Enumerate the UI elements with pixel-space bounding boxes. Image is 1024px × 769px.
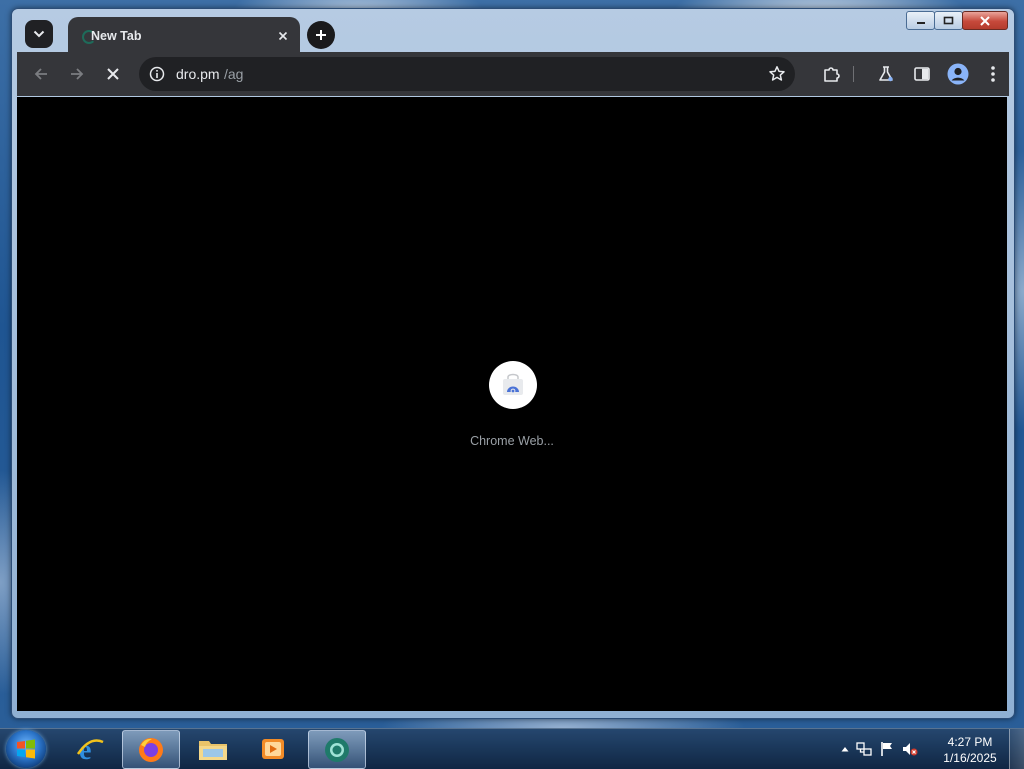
tab-title: New Tab <box>91 29 142 43</box>
taskbar-file-explorer[interactable] <box>185 730 241 767</box>
new-tab-button[interactable] <box>307 21 335 49</box>
stop-loading-button[interactable] <box>97 58 129 90</box>
side-panel-button[interactable] <box>906 58 938 90</box>
maximize-button[interactable] <box>934 11 963 30</box>
taskbar-media-player[interactable] <box>245 730 301 767</box>
chrome-web-store-icon <box>503 373 523 395</box>
taskbar-firefox[interactable] <box>122 730 180 769</box>
url-host: dro.pm <box>176 66 220 82</box>
show-desktop-button[interactable] <box>1009 729 1024 769</box>
window-controls <box>906 11 1008 30</box>
minimize-icon <box>916 21 925 24</box>
clock-date: 1/16/2025 <box>943 751 997 765</box>
arrow-right-icon <box>71 68 84 80</box>
chevron-down-icon <box>33 30 45 38</box>
tab-search-button[interactable] <box>25 20 53 48</box>
arrow-left-icon <box>34 68 47 80</box>
puzzle-icon <box>824 67 840 82</box>
close-icon <box>980 15 990 26</box>
clock-time: 4:27 PM <box>947 735 993 749</box>
bookmark-star-button[interactable] <box>765 62 789 86</box>
close-icon <box>107 68 119 80</box>
taskbar-clock[interactable]: 4:27 PM 1/16/2025 <box>940 734 1000 766</box>
star-icon <box>769 66 785 81</box>
network-icon <box>856 742 872 756</box>
chrome-icon <box>325 737 349 762</box>
tab-close-button[interactable] <box>274 27 292 45</box>
close-icon <box>278 31 288 41</box>
volume-muted-icon <box>903 743 918 756</box>
system-tray: 4:27 PM 1/16/2025 <box>834 729 1024 769</box>
back-button[interactable] <box>25 58 57 90</box>
menu-button[interactable] <box>977 58 1009 90</box>
chrome-labs-button[interactable] <box>870 58 902 90</box>
address-bar[interactable]: dro.pm /ag <box>139 57 795 91</box>
more-vert-icon <box>991 66 995 82</box>
flask-icon <box>879 66 893 82</box>
flag-icon <box>881 742 892 756</box>
avatar-icon <box>947 63 969 85</box>
network-tray-button[interactable] <box>856 741 872 757</box>
chevron-up-icon <box>841 747 849 752</box>
taskbar: e 4:27 PM 1/16/2025 <box>0 728 1024 769</box>
taskbar-internet-explorer[interactable]: e <box>62 730 118 767</box>
info-icon <box>149 66 165 82</box>
side-panel-icon <box>914 67 930 81</box>
show-hidden-icons-button[interactable] <box>837 741 853 757</box>
minimize-button[interactable] <box>906 11 935 30</box>
close-window-button[interactable] <box>962 11 1008 30</box>
url-path: /ag <box>224 66 244 82</box>
site-info-button[interactable] <box>145 62 169 86</box>
windows-logo-icon <box>17 739 35 759</box>
restore-icon <box>943 16 954 25</box>
media-player-icon <box>262 738 284 759</box>
plus-icon <box>316 30 326 40</box>
volume-tray-button[interactable] <box>902 741 918 757</box>
ie-icon: e <box>76 735 104 764</box>
loading-app-icon <box>489 361 537 409</box>
browser-toolbar: dro.pm /ag <box>17 52 1009 96</box>
start-button[interactable] <box>6 730 46 768</box>
loading-page-title: Chrome Web... <box>470 434 554 448</box>
forward-button[interactable] <box>61 58 93 90</box>
profile-button[interactable] <box>942 58 974 90</box>
toolbar-divider <box>853 66 854 82</box>
action-center-tray-button[interactable] <box>879 741 895 757</box>
browser-window: New Tab dro.pm /ag Chrome Web... <box>11 8 1015 719</box>
extensions-button[interactable] <box>815 58 847 90</box>
folder-icon <box>199 740 227 760</box>
tab-strip: New Tab <box>17 11 874 55</box>
page-content: Chrome Web... <box>17 97 1007 711</box>
taskbar-chrome[interactable] <box>308 730 366 769</box>
firefox-icon <box>139 737 163 762</box>
tab-new-tab[interactable]: New Tab <box>68 17 300 55</box>
